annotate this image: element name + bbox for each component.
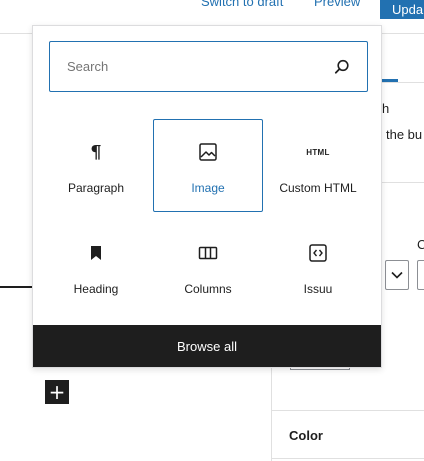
block-label: Issuu [303, 282, 333, 296]
block-label: Heading [73, 282, 119, 296]
sidebar-divider [272, 410, 424, 411]
embed-icon [264, 241, 372, 265]
editor-page: Switch to draft Preview Upda h the bu C … [0, 0, 424, 461]
block-label: Custom HTML [279, 181, 357, 195]
paragraph-icon: ¶ [90, 141, 102, 163]
block-custom-html[interactable]: HTML Custom HTML [263, 119, 373, 212]
browse-all-button[interactable]: Browse all [33, 325, 381, 367]
block-columns[interactable]: Columns [153, 220, 263, 313]
block-heading[interactable]: Heading [41, 220, 151, 313]
search-field [49, 41, 368, 92]
columns-icon [154, 241, 262, 265]
sidebar-text-fragment: C [417, 237, 424, 252]
sidebar-select[interactable] [417, 260, 424, 290]
switch-to-draft-button[interactable]: Switch to draft [201, 0, 283, 9]
block-paragraph[interactable]: ¶ Paragraph [41, 119, 151, 212]
block-inserter-popover: ¶ Paragraph Image HTML Custom HTML Headi… [32, 25, 382, 368]
sidebar-select[interactable] [385, 260, 409, 290]
sidebar-divider [272, 458, 424, 459]
bookmark-icon [42, 241, 150, 265]
block-label: Image [191, 181, 225, 195]
update-button[interactable]: Upda [380, 0, 424, 19]
add-block-button[interactable]: + [45, 380, 69, 404]
preview-button[interactable]: Preview [314, 0, 360, 9]
html-icon: HTML [306, 147, 330, 157]
block-issuu[interactable]: Issuu [263, 220, 373, 313]
chevron-down-icon [391, 271, 403, 279]
search-input[interactable] [50, 42, 330, 90]
block-label: Paragraph [67, 181, 125, 195]
color-panel-title[interactable]: Color [289, 428, 323, 443]
sidebar-text-fragment: the bu [386, 127, 423, 142]
block-image[interactable]: Image [153, 119, 263, 212]
sidebar-text-fragment: h [382, 101, 390, 116]
search-icon[interactable] [333, 58, 351, 76]
block-label: Columns [184, 282, 232, 296]
image-icon [154, 140, 262, 164]
